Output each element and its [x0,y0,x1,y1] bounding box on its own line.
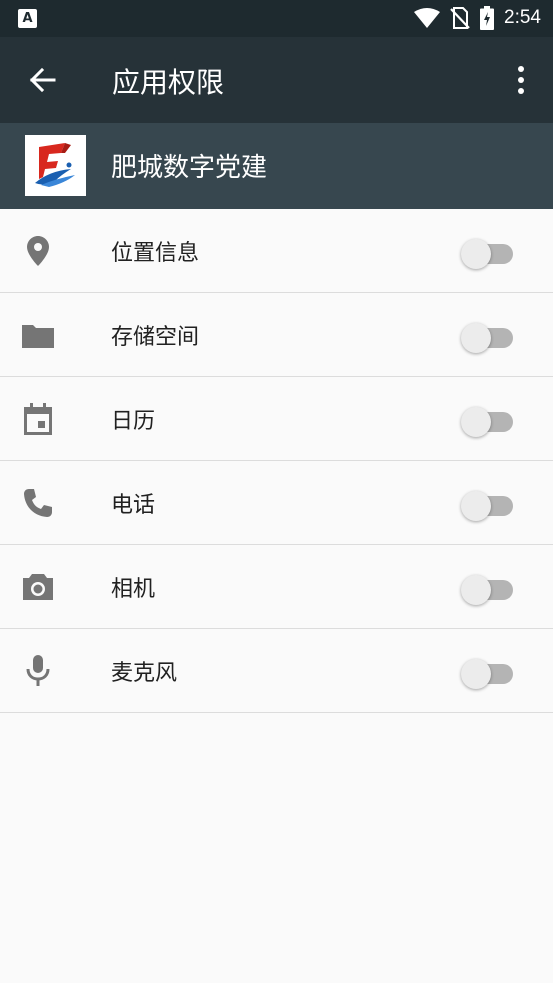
wifi-icon [414,8,441,28]
permission-label: 存储空间 [111,325,200,350]
location-icon [27,236,49,266]
toggle-thumb [461,491,491,521]
status-left: A [18,9,37,28]
battery-charging-icon [480,6,495,30]
permission-row-phone[interactable]: 电话 [0,461,553,545]
toggle-thumb [461,659,491,689]
camera-icon [23,574,53,600]
permission-toggle[interactable] [461,405,513,437]
permission-toggle[interactable] [461,657,513,689]
app-name: 肥城数字党建 [111,153,268,183]
permission-toggle[interactable] [461,237,513,269]
permission-label: 电话 [111,493,156,518]
no-sim-icon [450,7,470,29]
permission-row-microphone[interactable]: 麦克风 [0,629,553,713]
calendar-icon [24,403,52,435]
notification-icon-letter: A [22,11,33,26]
app-header: 肥城数字党建 [0,123,553,209]
toggle-thumb [461,323,491,353]
permission-row-location[interactable]: 位置信息 [0,209,553,293]
permission-list: 位置信息 存储空间 日历 电话 相机 麦克风 [0,209,553,713]
permission-row-camera[interactable]: 相机 [0,545,553,629]
toggle-thumb [461,407,491,437]
permission-row-storage[interactable]: 存储空间 [0,293,553,377]
folder-icon [22,325,54,348]
app-logo-icon [35,143,75,187]
status-right: 2:54 [414,6,541,30]
permission-label: 日历 [111,409,156,434]
permission-label: 相机 [111,577,156,602]
page-title: 应用权限 [112,66,225,99]
permission-label: 位置信息 [111,241,200,266]
more-options-icon[interactable] [509,65,533,95]
permission-row-calendar[interactable]: 日历 [0,377,553,461]
permission-toggle[interactable] [461,489,513,521]
phone-icon [24,489,52,517]
microphone-icon [26,655,50,686]
permission-toggle[interactable] [461,321,513,353]
app-bar: 应用权限 [0,37,553,123]
status-time: 2:54 [504,7,541,28]
permission-toggle[interactable] [461,573,513,605]
status-bar: A 2:54 [0,0,553,37]
app-logo [25,135,86,196]
permission-label: 麦克风 [111,661,178,686]
back-arrow-icon[interactable] [26,64,58,96]
notification-app-icon: A [18,9,37,28]
toggle-thumb [461,575,491,605]
toggle-thumb [461,239,491,269]
